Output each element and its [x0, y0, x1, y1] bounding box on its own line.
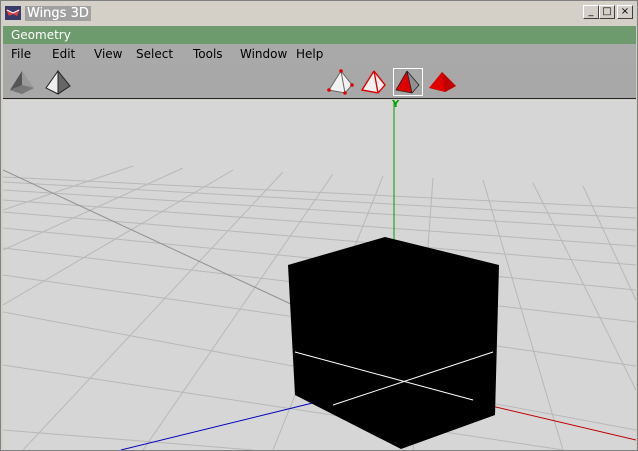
- window-title: Wings 3D: [25, 5, 91, 21]
- geometry-window-title: Geometry: [3, 26, 636, 44]
- app-window: Wings 3D _ □ × Geometry File Edit View S…: [0, 0, 638, 451]
- title-bar[interactable]: Wings 3D _ □ ×: [2, 3, 636, 23]
- smooth-shaded-icon[interactable]: [7, 68, 37, 96]
- edge-select-icon[interactable]: [359, 68, 389, 96]
- vertex-select-icon[interactable]: [326, 68, 356, 96]
- menu-edit[interactable]: Edit: [52, 47, 75, 61]
- 3d-viewport[interactable]: Y: [3, 100, 636, 450]
- menu-view[interactable]: View: [94, 47, 122, 61]
- wings-app-icon: [5, 6, 21, 20]
- menu-help[interactable]: Help: [296, 47, 323, 61]
- cube-mesh[interactable]: [288, 237, 499, 449]
- minimize-button[interactable]: _: [583, 5, 599, 19]
- object-select-icon[interactable]: [427, 68, 457, 96]
- menu-tools[interactable]: Tools: [193, 47, 223, 61]
- maximize-button[interactable]: □: [599, 5, 615, 19]
- menu-select[interactable]: Select: [136, 47, 173, 61]
- menu-file[interactable]: File: [11, 47, 31, 61]
- toolbar: [3, 65, 636, 99]
- menu-bar: File Edit View Select Tools Window Help: [3, 44, 636, 65]
- face-select-icon[interactable]: [393, 68, 423, 96]
- wireframe-icon[interactable]: [43, 68, 73, 96]
- menu-window[interactable]: Window: [240, 47, 287, 61]
- close-button[interactable]: ×: [617, 5, 633, 19]
- y-axis-label: Y: [391, 100, 400, 110]
